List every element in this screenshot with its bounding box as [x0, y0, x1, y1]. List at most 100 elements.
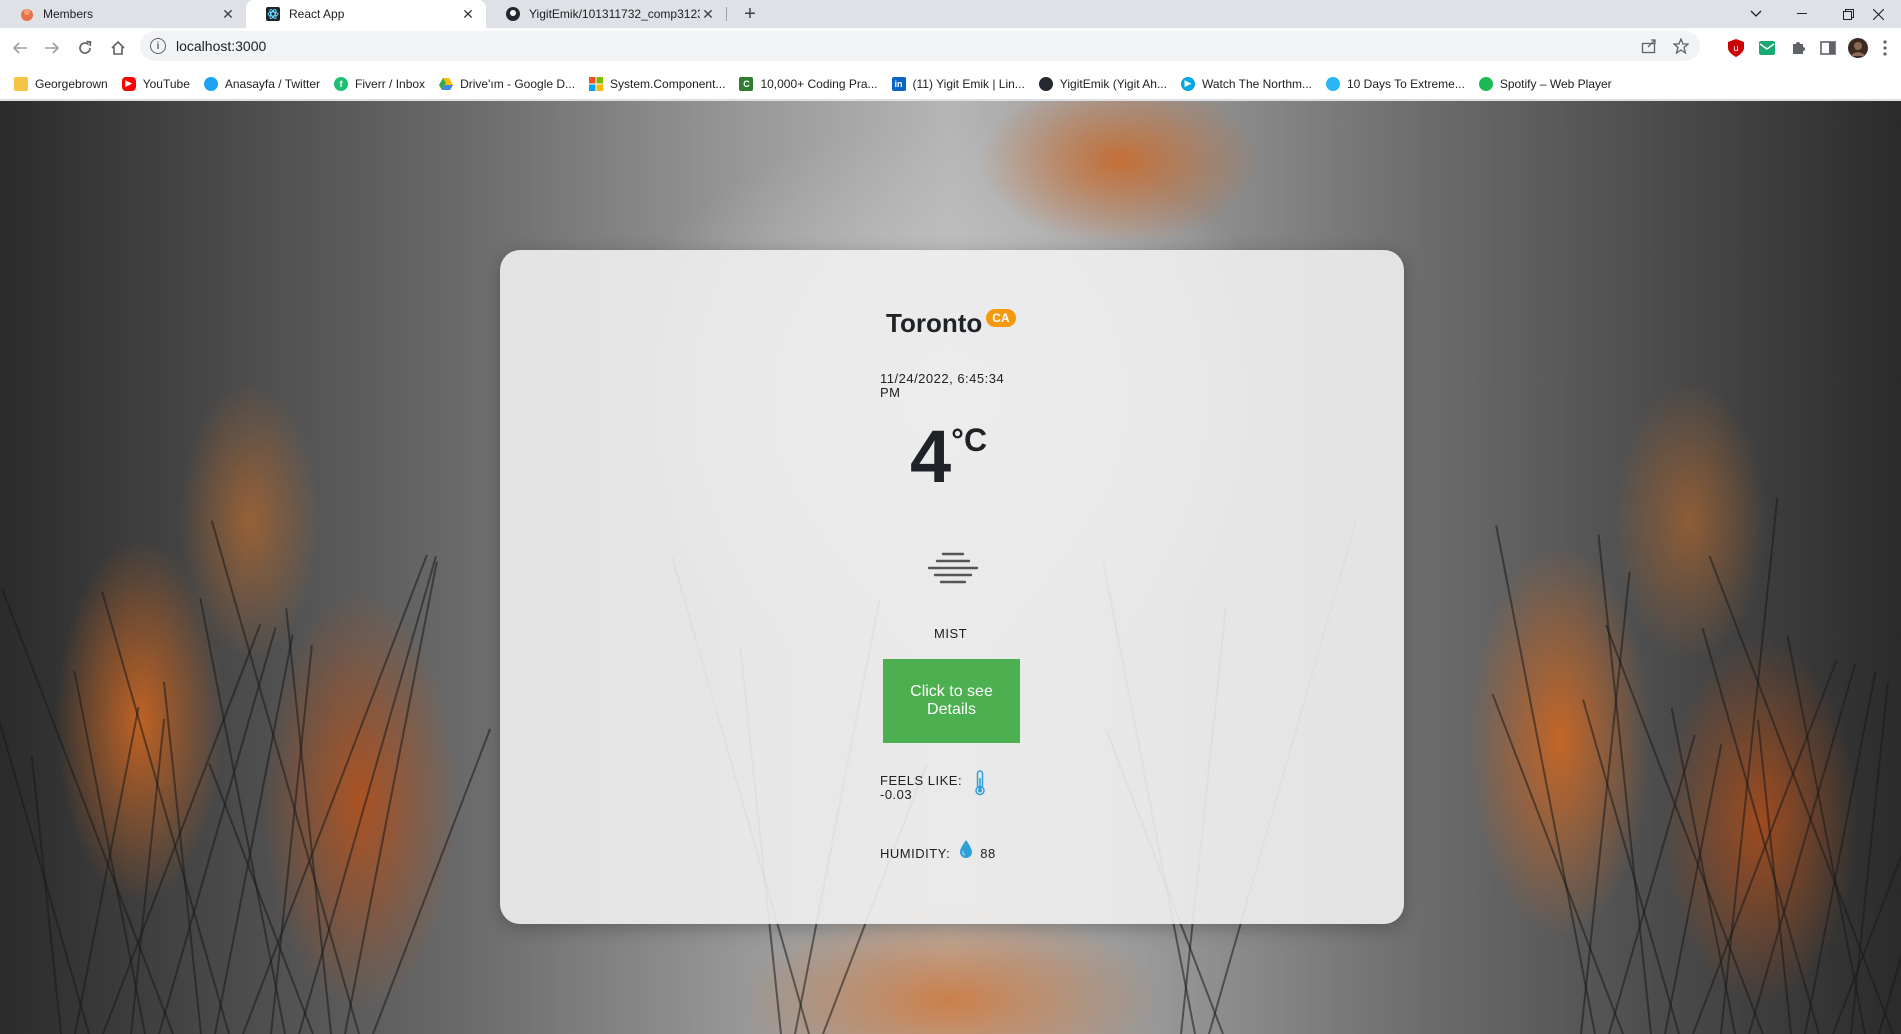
tab-separator [726, 7, 727, 21]
tree-branch [1878, 592, 1901, 1034]
bookmark-prime-video[interactable]: ▶ Watch The Northm... [1180, 76, 1312, 91]
bookmark-10-days[interactable]: 10 Days To Extreme... [1326, 76, 1465, 91]
temperature-value: 4 [910, 415, 952, 498]
close-icon[interactable]: ✕ [460, 6, 476, 22]
ublock-extension-icon[interactable]: u [1726, 38, 1746, 58]
location-header: Toronto CA [886, 308, 1016, 339]
bookmark-label: Watch The Northm... [1201, 76, 1312, 91]
tree-branch [102, 623, 262, 1034]
bookmark-coding-practice[interactable]: C 10,000+ Coding Pra... [739, 76, 878, 91]
tree-branch [30, 755, 62, 1034]
bookmark-fiverr[interactable]: f Fiverr / Inbox [334, 76, 426, 91]
extensions-puzzle-icon[interactable] [1788, 38, 1808, 58]
bookmark-label: Spotify – Web Player [1499, 76, 1612, 91]
bookmark-microsoft[interactable]: System.Component... [589, 76, 726, 91]
tree-branch [0, 662, 90, 1034]
profile-avatar[interactable] [1848, 38, 1868, 58]
url-text: localhost:3000 [176, 38, 267, 54]
country-badge: CA [986, 309, 1016, 327]
play-icon: ▶ [1180, 76, 1195, 91]
members-favicon-icon [20, 7, 34, 21]
tree-branch [1804, 671, 1877, 1034]
browser-toolbar: i localhost:3000 u [0, 28, 1901, 68]
reload-icon[interactable] [73, 36, 97, 60]
bookmark-linkedin[interactable]: in (11) Yigit Emik | Lin... [891, 76, 1025, 91]
back-arrow-icon[interactable] [8, 36, 32, 60]
bookmark-twitter[interactable]: Anasayfa / Twitter [203, 76, 321, 91]
mist-icon [925, 548, 981, 588]
tree-branch [298, 555, 437, 1034]
tab-github[interactable]: YigitEmik/101311732_comp3123 ✕ [486, 0, 726, 28]
bookmark-label: Fiverr / Inbox [355, 76, 426, 91]
tree-branch [1491, 693, 1624, 1034]
tree-branch [1670, 707, 1736, 1034]
tree-branch [1608, 734, 1696, 1034]
weather-description: MIST [934, 626, 968, 641]
water-drop-icon [960, 839, 973, 858]
bookmark-label: 10 Days To Extreme... [1347, 76, 1465, 91]
tree-branch [1495, 525, 1596, 1034]
bookmark-label: (11) Yigit Emik | Lin... [912, 76, 1025, 91]
address-bar[interactable]: i localhost:3000 [140, 31, 1700, 61]
tree-branch [372, 728, 492, 1034]
tab-members[interactable]: Members ✕ [0, 0, 246, 28]
linkedin-icon: in [891, 76, 906, 91]
new-tab-button[interactable]: + [738, 2, 762, 26]
mail-extension-icon[interactable] [1757, 38, 1777, 58]
close-icon[interactable]: ✕ [700, 6, 716, 22]
tab-title: React App [289, 7, 345, 21]
more-menu-icon[interactable] [1878, 38, 1892, 58]
tab-search-chevron-down-icon[interactable] [1733, 0, 1779, 28]
tree-branch [208, 762, 314, 1034]
coding-icon: C [739, 76, 754, 91]
tab-title: YigitEmik/101311732_comp3123 [529, 7, 700, 21]
date-time: 11/24/2022, 6:45:34 PM [880, 371, 1005, 400]
spotify-icon [1478, 76, 1493, 91]
share-icon[interactable] [1640, 37, 1658, 55]
home-icon[interactable] [106, 36, 130, 60]
folder-icon [14, 76, 28, 91]
bookmark-youtube[interactable]: ▶ YouTube [121, 76, 190, 91]
minimize-button[interactable] [1779, 0, 1825, 28]
bookmark-label: YouTube [142, 76, 190, 91]
tree-branch [344, 561, 438, 1034]
humidity-value: 88 [980, 846, 996, 861]
bookmark-star-icon[interactable] [1672, 37, 1690, 55]
bookmark-label: System.Component... [610, 76, 726, 91]
bookmarks-bar: Georgebrown ▶ YouTube Anasayfa / Twitter… [0, 68, 1901, 100]
see-details-button[interactable]: Click to see Details [883, 659, 1020, 743]
close-window-button[interactable] [1855, 0, 1901, 28]
bookmark-github[interactable]: YigitEmik (Yigit Ah... [1038, 76, 1167, 91]
side-panel-icon[interactable] [1818, 38, 1838, 58]
tree-branch [1720, 497, 1779, 1034]
bookmark-label: Drive'ım - Google D... [460, 76, 576, 91]
site-info-icon[interactable]: i [150, 38, 166, 54]
github-favicon-icon [506, 7, 520, 21]
tree-branch [1786, 635, 1866, 1034]
feels-like-label: FEELS LIKE: [880, 773, 963, 788]
tree-branch [74, 706, 140, 1034]
humidity: HUMIDITY: 88 [880, 839, 996, 861]
youtube-icon: ▶ [121, 76, 136, 91]
tab-react-app[interactable]: React App ✕ [246, 0, 486, 28]
tree-branch [199, 597, 286, 1034]
bookmark-google-drive[interactable]: Drive'ım - Google D... [439, 77, 575, 91]
weather-card: Toronto CA 11/24/2022, 6:45:34 PM 4 °C M… [500, 250, 1404, 924]
bookmark-georgebrown[interactable]: Georgebrown [14, 76, 108, 91]
humidity-label: HUMIDITY: [880, 846, 951, 861]
page-viewport: Toronto CA 11/24/2022, 6:45:34 PM 4 °C M… [0, 101, 1901, 1034]
close-icon[interactable]: ✕ [220, 6, 236, 22]
forward-arrow-icon[interactable] [40, 36, 64, 60]
bookmark-spotify[interactable]: Spotify – Web Player [1478, 76, 1612, 91]
tab-strip: Members ✕ React App ✕ YigitEmik/10131173… [0, 0, 1901, 28]
microsoft-icon [589, 76, 604, 91]
twitter-icon [203, 76, 218, 91]
google-drive-icon [439, 77, 454, 91]
temperature-unit: °C [951, 422, 988, 458]
thermometer-icon [974, 770, 986, 796]
tree-branch [214, 634, 294, 1034]
tree-branch [1664, 744, 1723, 1034]
bookmark-label: 10,000+ Coding Pra... [760, 76, 878, 91]
bookmark-label: Anasayfa / Twitter [224, 76, 321, 91]
link-icon [1326, 76, 1340, 91]
